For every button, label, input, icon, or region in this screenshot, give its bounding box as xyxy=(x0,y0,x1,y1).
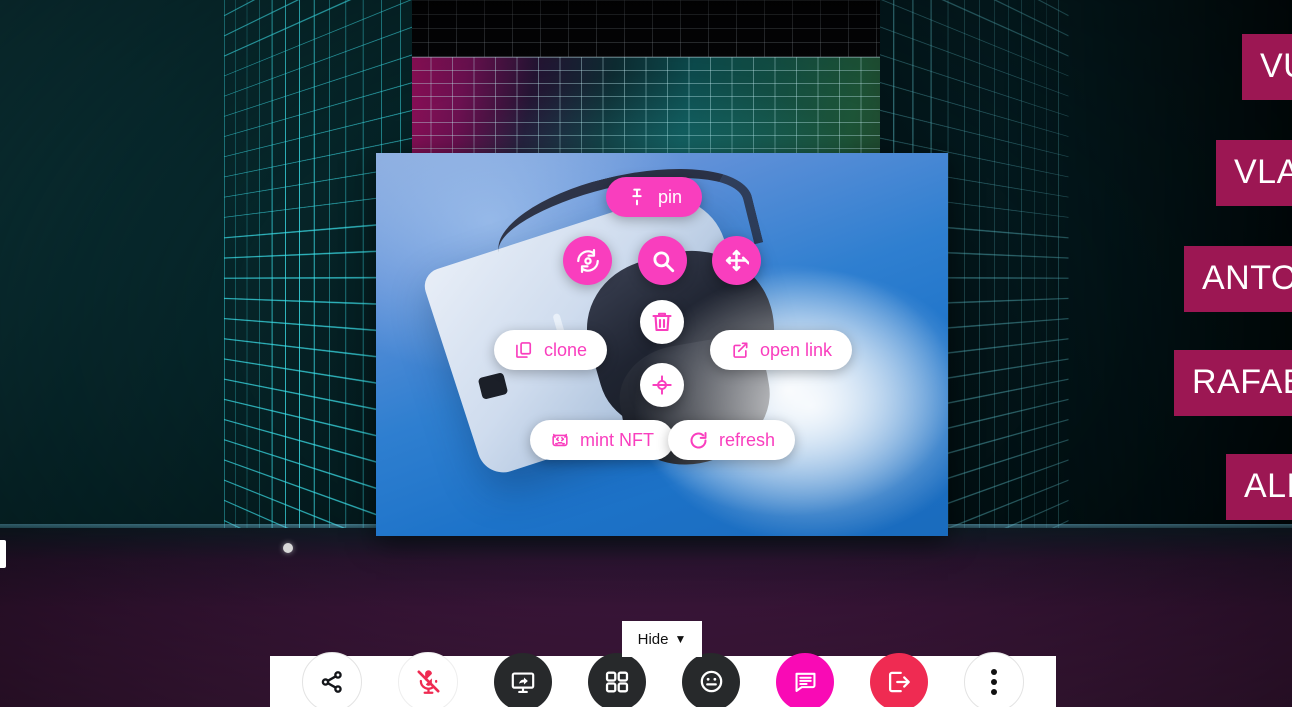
participant-name-label: VU xyxy=(1242,34,1292,100)
emoji-icon xyxy=(698,668,725,695)
screen-share-icon xyxy=(510,669,536,695)
left-edge-object[interactable] xyxy=(0,540,6,568)
toolbar-microphone-button[interactable] xyxy=(398,652,458,707)
radial-menu-rotate[interactable] xyxy=(563,236,612,285)
toolbar-leave-button[interactable] xyxy=(870,653,928,707)
participant-name-label: ANTON xyxy=(1184,246,1292,312)
toolbar-reactions-button[interactable] xyxy=(682,653,740,707)
toolbar-layout-button[interactable] xyxy=(588,653,646,707)
rotate-icon xyxy=(575,248,601,274)
hide-button-label: Hide xyxy=(638,631,669,648)
toolbar-share-button[interactable] xyxy=(302,652,362,707)
participant-name-label: RAFAEL xyxy=(1174,350,1292,416)
toolbar-chat-button[interactable] xyxy=(776,653,834,707)
chat-notes-icon xyxy=(793,669,818,694)
layout-grid-icon xyxy=(604,669,630,695)
share-icon xyxy=(319,669,345,695)
radial-menu-center[interactable] xyxy=(640,363,684,407)
radial-menu-clone-label: clone xyxy=(544,340,587,361)
radial-menu-clone[interactable]: clone xyxy=(494,330,607,370)
radial-menu-delete[interactable] xyxy=(640,300,684,344)
radial-menu-refresh-label: refresh xyxy=(719,430,775,451)
radial-menu-zoom[interactable] xyxy=(638,236,687,285)
radial-menu-open_link[interactable]: open link xyxy=(710,330,852,370)
crosshair-icon xyxy=(651,374,673,396)
room-ceiling xyxy=(400,0,892,60)
trash-icon xyxy=(650,310,674,334)
cat-face-icon xyxy=(550,430,570,450)
pin-icon xyxy=(626,186,648,208)
radial-menu-refresh[interactable]: refresh xyxy=(668,420,795,460)
radial-menu-open_link-label: open link xyxy=(760,340,832,361)
exit-icon xyxy=(886,669,912,695)
microphone-off-icon xyxy=(415,668,442,695)
participant-name-label: ALE xyxy=(1226,454,1292,520)
app-stage: VU VLA ANTON RAFAEL ALE pin clone open link min… xyxy=(0,0,1292,707)
search-icon xyxy=(650,248,676,274)
chevron-down-icon: ▼ xyxy=(674,633,686,645)
participant-name-label: VLA xyxy=(1216,140,1292,206)
toolbar-screen_share-button[interactable] xyxy=(494,653,552,707)
radial-menu-mint_nft[interactable]: mint NFT xyxy=(530,420,674,460)
hide-toolbar-button[interactable]: Hide ▼ xyxy=(622,621,702,657)
copy-icon xyxy=(514,340,534,360)
move-icon xyxy=(724,248,749,273)
room-left-wall xyxy=(0,0,412,560)
radial-menu-pin-label: pin xyxy=(658,187,682,208)
radial-menu-mint_nft-label: mint NFT xyxy=(580,430,654,451)
refresh-icon xyxy=(688,430,709,451)
radial-menu-move[interactable] xyxy=(712,236,761,285)
more-options-icon xyxy=(991,669,997,695)
radial-menu-pin[interactable]: pin xyxy=(606,177,702,217)
external-link-icon xyxy=(730,340,750,360)
toolbar-more-button[interactable] xyxy=(964,652,1024,707)
bottom-toolbar xyxy=(270,656,1056,707)
avatar-marker[interactable] xyxy=(283,543,293,553)
